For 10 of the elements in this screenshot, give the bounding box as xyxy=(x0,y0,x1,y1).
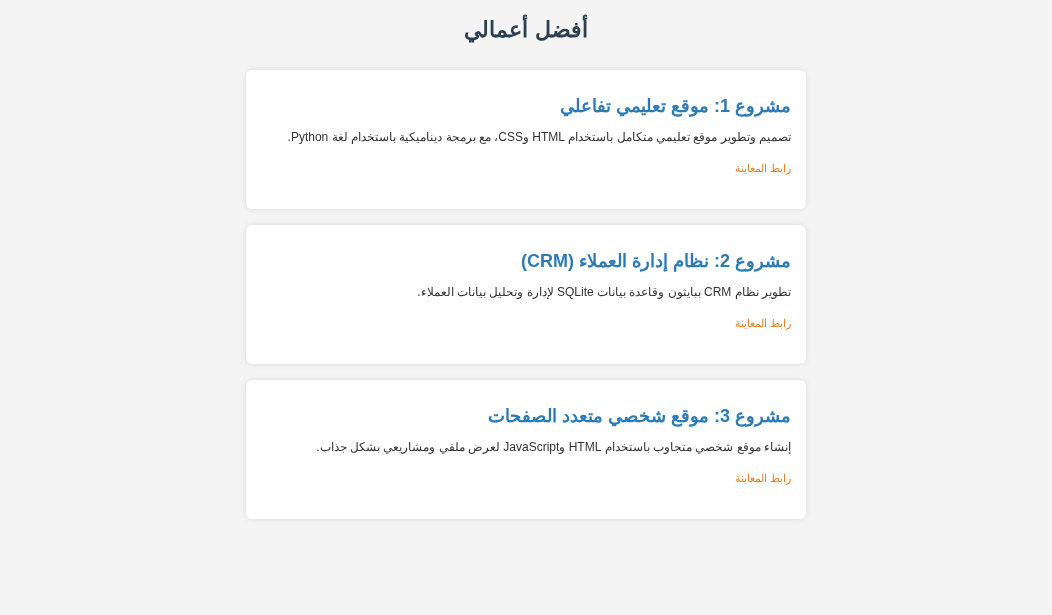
project-description: إنشاء موقع شخصي متجاوب باستخدام HTML وJavaScript لعرض ملفي ومشاريعي بشكل جذاب. xyxy=(316,439,791,456)
page-heading: أفضل أعمالي xyxy=(464,14,588,46)
preview-link[interactable]: رابط المعاينة xyxy=(734,315,791,331)
project-title: مشروع 1: موقع تعليمي تفاعلي xyxy=(559,95,791,118)
project-description: تطوير نظام CRM ببايثون وقاعدة بيانات SQLite لإدارة وتحليل بيانات العملاء. xyxy=(417,284,791,301)
preview-link[interactable]: رابط المعاينة xyxy=(734,470,791,486)
project-description: تصميم وتطوير موقع تعليمي متكامل باستخدام HTML وCSS، مع برمجة ديناميكية باستخدام لغة Python. xyxy=(287,129,791,146)
preview-link[interactable]: رابط المعاينة xyxy=(734,160,791,176)
project-title: مشروع 3: موقع شخصي متعدد الصفحات xyxy=(487,405,791,428)
project-title: مشروع 2: نظام إدارة العملاء (CRM) xyxy=(520,250,791,273)
